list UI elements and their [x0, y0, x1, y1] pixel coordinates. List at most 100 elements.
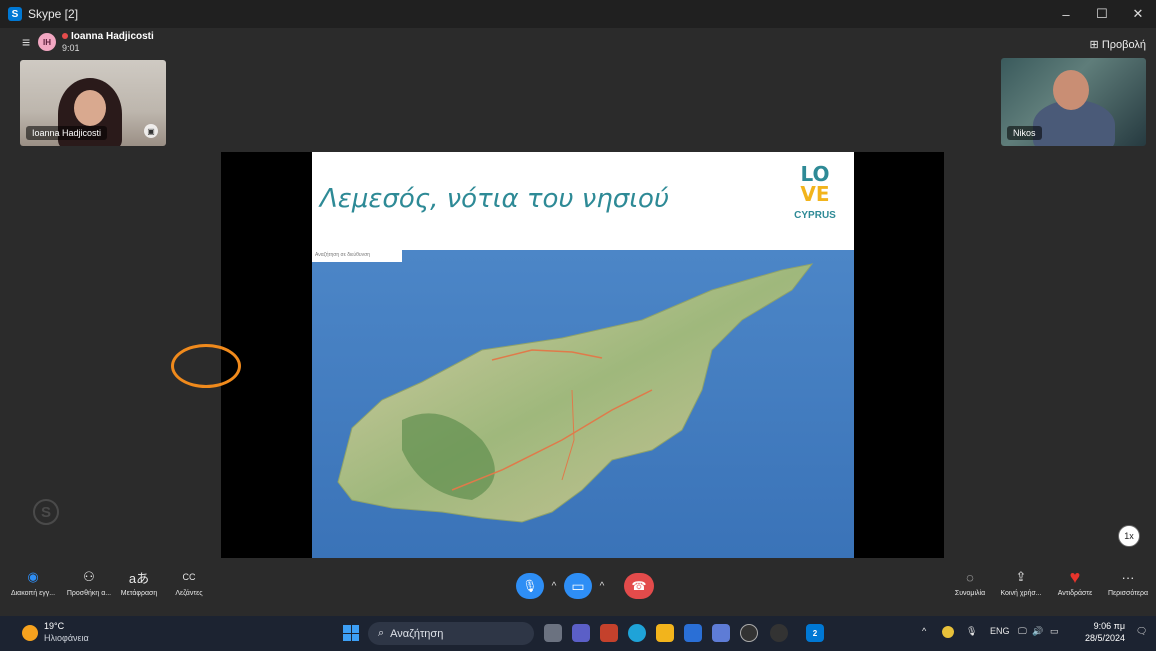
share-screen-button[interactable]: ⇪ Κοινή χρήσ...	[994, 564, 1048, 597]
view-button[interactable]: ⊞ Προβολή	[1090, 38, 1146, 51]
network-icon[interactable]: 🖵	[1018, 626, 1027, 637]
recording-dot-icon	[62, 33, 68, 40]
slide-title: Λεμεσός, νότια του νησιού	[320, 184, 669, 214]
weather-temperature[interactable]: 19°C	[44, 621, 64, 631]
window-title: Skype [2]	[28, 7, 79, 21]
teams-icon[interactable]	[572, 624, 590, 642]
weather-condition[interactable]: Ηλιοφάνεια	[44, 633, 89, 643]
dell-icon[interactable]	[740, 624, 758, 642]
record-icon: ◉	[27, 569, 39, 584]
volume-glyph: 🔊	[1032, 626, 1044, 636]
network-glyph: 🖵	[1018, 626, 1027, 636]
search-icon: ⌕	[378, 627, 385, 639]
more-icon: ···	[1121, 569, 1135, 585]
skype-badge: 2	[812, 628, 818, 638]
video-options-chevron[interactable]: ^	[596, 573, 608, 599]
captions-label: Λεζάντες	[175, 590, 203, 597]
logo-word: CYPRUS	[794, 210, 836, 221]
edge-icon[interactable]	[628, 624, 646, 642]
taskbar-search-input[interactable]: ⌕ Αναζήτηση	[368, 622, 534, 645]
microphone-icon: 🎙	[522, 579, 538, 593]
notifications-glyph: 🗨	[1136, 626, 1148, 636]
menu-icon[interactable]: ≡	[22, 35, 34, 49]
participant-name: Nikos	[1007, 126, 1042, 140]
search-placeholder: Αναζήτηση	[390, 627, 444, 640]
add-participant-label: Προσθήκη α...	[66, 590, 112, 597]
store-icon[interactable]	[712, 624, 730, 642]
mute-button[interactable]: 🎙	[516, 573, 544, 599]
logo-line2: VE	[800, 182, 830, 206]
maximize-button[interactable]: ☐	[1084, 0, 1120, 28]
participant-tile-ioanna[interactable]: Ioanna Hadjicosti ▣	[20, 60, 166, 146]
participant-name: Ioanna Hadjicosti	[26, 126, 108, 140]
chevron-up-icon: ^	[551, 580, 557, 592]
participant-tile-nikos[interactable]: Nikos	[1001, 58, 1146, 146]
task-view-icon[interactable]	[544, 624, 562, 642]
chevron-up-icon: ^	[599, 580, 605, 592]
close-button[interactable]: ✕	[1120, 0, 1156, 28]
app-icon[interactable]	[770, 624, 788, 642]
microphone-icon[interactable]: 🎙	[966, 626, 977, 637]
tray-app-icon[interactable]	[942, 626, 954, 638]
minimize-button[interactable]: –	[1048, 0, 1084, 28]
stop-recording-label: Διακοπή εγγ...	[10, 590, 56, 597]
show-hidden-icons[interactable]: ^	[922, 626, 926, 636]
microphone-glyph: 🎙	[966, 626, 978, 636]
language-indicator[interactable]: ENG	[990, 626, 1010, 636]
shared-slide: Λεμεσός, νότια του νησιού LO VE CYPRUS Α…	[312, 152, 854, 558]
playback-speed-button[interactable]: 1x	[1118, 525, 1140, 547]
stop-recording-button[interactable]: ◉ Διακοπή εγγ...	[2, 564, 64, 597]
view-button-label: Προβολή	[1101, 39, 1146, 51]
hang-up-button[interactable]: ☎	[624, 573, 654, 599]
camera-icon: ▭	[571, 577, 585, 594]
react-label: Αντιδράστε	[1057, 590, 1093, 597]
battery-icon[interactable]: ▭	[1050, 626, 1059, 637]
captions-icon: CC	[182, 572, 196, 582]
skype-watermark-icon: S	[33, 499, 59, 525]
captions-button[interactable]: CC Λεζάντες	[166, 564, 212, 597]
mail-icon[interactable]	[684, 624, 702, 642]
translate-icon: aあ	[128, 570, 150, 586]
call-duration: 9:01	[62, 43, 80, 53]
share-icon: ⇪	[1015, 569, 1027, 584]
chat-button[interactable]: ◌ Συνομιλία	[948, 564, 992, 598]
taskbar-clock[interactable]: 9:06 πμ 28/5/2024	[1085, 620, 1125, 644]
react-button[interactable]: ♥ Αντιδράστε	[1050, 564, 1100, 598]
add-participant-button[interactable]: ⚇ Προσθήκη α...	[60, 564, 118, 597]
participant-face	[1053, 70, 1089, 110]
start-button[interactable]	[343, 625, 359, 641]
participant-face	[74, 90, 106, 126]
chevron-up-icon: ^	[922, 626, 927, 636]
windows-logo-icon	[343, 625, 351, 633]
limassol-highlight-circle	[171, 344, 241, 388]
sun-icon[interactable]	[22, 625, 38, 641]
clock-time: 9:06 πμ	[1093, 621, 1126, 631]
pin-icon[interactable]: ▣	[144, 124, 158, 138]
battery-glyph: ▭	[1050, 626, 1059, 636]
clock-date: 28/5/2024	[1085, 633, 1126, 643]
heart-icon: ♥	[1069, 566, 1081, 587]
caller-name: Ioanna Hadjicosti	[62, 31, 154, 42]
translate-label: Μετάφραση	[120, 590, 158, 597]
grid-icon: ⊞	[1089, 39, 1099, 51]
add-person-icon: ⚇	[83, 569, 95, 584]
windows-logo-icon	[351, 625, 359, 633]
video-button[interactable]: ▭	[564, 573, 592, 599]
volume-icon[interactable]: 🔊	[1032, 626, 1043, 637]
file-explorer-icon[interactable]	[656, 624, 674, 642]
avatar[interactable]: IH	[38, 33, 56, 51]
more-button[interactable]: ··· Περισσότερα	[1102, 564, 1154, 598]
cyprus-map: Αναζήτηση σε διεύθυνση	[312, 250, 854, 558]
call-controls: ◉ Διακοπή εγγ... ⚇ Προσθήκη α... aあ Μετά…	[0, 560, 1156, 616]
more-label: Περισσότερα	[1107, 590, 1149, 597]
notifications-icon[interactable]: 🗨	[1136, 626, 1147, 637]
powerpoint-icon[interactable]	[600, 624, 618, 642]
skype-taskbar-icon[interactable]: 2	[806, 624, 824, 642]
translate-button[interactable]: aあ Μετάφραση	[118, 564, 160, 598]
love-cyprus-logo: LO VE CYPRUS	[794, 164, 836, 244]
windows-taskbar: 19°C Ηλιοφάνεια ⌕ Αναζήτηση 2 ^ 🎙 ENG 🖵 …	[0, 616, 1156, 651]
skype-window: S Skype [2] – ☐ ✕ ≡ IH Ioanna Hadjicosti…	[0, 0, 1156, 616]
logo-line1: LO	[800, 162, 830, 186]
chat-label: Συνομιλία	[954, 590, 986, 597]
audio-options-chevron[interactable]: ^	[548, 573, 560, 599]
